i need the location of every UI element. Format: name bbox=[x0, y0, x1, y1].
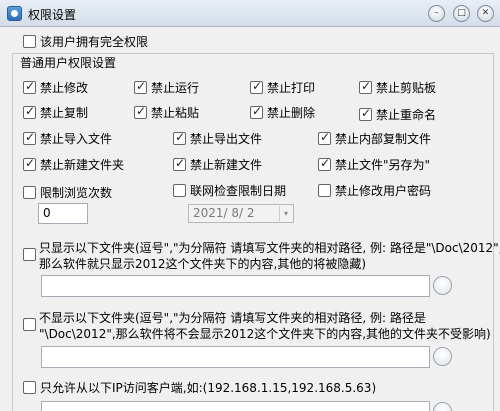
checkbox-box[interactable] bbox=[23, 79, 36, 94]
show-only-line2: 那么软件就只显示2012这个文件夹下的内容,其他的将被隐藏) bbox=[39, 257, 367, 271]
browse-limit-label: 限制浏览次数 bbox=[40, 186, 113, 200]
perm-label: 禁止修改 bbox=[40, 81, 89, 95]
perm-checkbox[interactable]: 禁止剪贴板 bbox=[359, 79, 436, 96]
full-permission-label: 该用户拥有完全权限 bbox=[40, 35, 149, 49]
perm-label: 禁止复制 bbox=[40, 106, 89, 120]
checkbox-box[interactable] bbox=[134, 79, 147, 94]
checkbox-box[interactable] bbox=[23, 130, 36, 145]
show-only-folders-description: 只显示以下文件夹(逗号","为分隔符 请填写文件夹的相对路径, 例: 路径是"\… bbox=[39, 240, 500, 272]
online-check-checkbox[interactable]: 联网检查限制日期 bbox=[173, 182, 286, 199]
hide-folders-line2: "\Doc\2012",那么软件将不会显示2012这个文件夹下的内容,其他的文件… bbox=[39, 327, 491, 341]
perm-label: 禁止剪贴板 bbox=[376, 81, 437, 95]
window-title: 权限设置 bbox=[28, 8, 77, 22]
perm-label: 禁止运行 bbox=[151, 81, 200, 95]
hide-folders-checkbox[interactable] bbox=[23, 318, 36, 331]
title-bar: 权限设置 – □ ✕ bbox=[0, 0, 500, 27]
checkbox-box[interactable] bbox=[23, 156, 36, 171]
perm-checkbox[interactable]: 禁止粘贴 bbox=[134, 104, 199, 121]
perm-label: 禁止内部复制文件 bbox=[335, 132, 432, 146]
group-title: 普通用户权限设置 bbox=[18, 54, 119, 71]
perm-label: 禁止重命名 bbox=[376, 108, 437, 122]
perm-checkbox[interactable]: 禁止删除 bbox=[250, 104, 315, 121]
hide-folders-input[interactable] bbox=[41, 346, 430, 368]
limit-date-value: 2021/ 8/ 2 bbox=[193, 206, 255, 220]
checkbox-box[interactable] bbox=[23, 104, 36, 119]
ip-allow-input[interactable] bbox=[41, 401, 430, 411]
show-only-line1: 只显示以下文件夹(逗号","为分隔符 请填写文件夹的相对路径, 例: 路径是"\… bbox=[39, 241, 500, 255]
perm-label: 禁止删除 bbox=[267, 106, 316, 120]
perm-checkbox[interactable]: 禁止导入文件 bbox=[23, 130, 112, 147]
online-check-label: 联网检查限制日期 bbox=[190, 184, 287, 198]
perm-checkbox[interactable]: 禁止修改 bbox=[23, 79, 88, 96]
hide-folders-description: 不显示以下文件夹(逗号","为分隔符 请填写文件夹的相对路径, 例: 路径是 "… bbox=[39, 310, 491, 342]
perm-label: 禁止文件"另存为" bbox=[335, 158, 431, 172]
perm-checkbox[interactable]: 禁止新建文件夹 bbox=[23, 156, 124, 173]
checkbox-box[interactable] bbox=[23, 381, 36, 394]
no-change-password-checkbox[interactable]: 禁止修改用户密码 bbox=[318, 182, 431, 199]
ip-allow-checkbox[interactable]: 只允许从以下IP访问客户端,如:(192.168.1.15,192.168.5.… bbox=[23, 379, 376, 396]
perm-checkbox[interactable]: 禁止打印 bbox=[250, 79, 315, 96]
perm-label: 禁止新建文件夹 bbox=[40, 158, 125, 172]
checkbox-box[interactable] bbox=[318, 156, 331, 171]
maximize-button[interactable]: □ bbox=[453, 5, 470, 22]
checkbox-box[interactable] bbox=[23, 35, 36, 48]
perm-checkbox[interactable]: 禁止复制 bbox=[23, 104, 88, 121]
perm-checkbox[interactable]: 禁止新建文件 bbox=[173, 156, 262, 173]
close-button[interactable]: ✕ bbox=[477, 5, 494, 22]
checkbox-box[interactable] bbox=[173, 156, 186, 171]
checkbox-box[interactable] bbox=[134, 104, 147, 119]
checkbox-box[interactable] bbox=[250, 104, 263, 119]
checkbox-box[interactable] bbox=[173, 130, 186, 145]
perm-label: 禁止新建文件 bbox=[190, 158, 263, 172]
checkbox-box[interactable] bbox=[173, 184, 186, 197]
perm-checkbox[interactable]: 禁止内部复制文件 bbox=[318, 130, 431, 147]
ip-allow-label: 只允许从以下IP访问客户端,如:(192.168.1.15,192.168.5.… bbox=[40, 381, 377, 395]
minimize-button[interactable]: – bbox=[428, 5, 445, 22]
perm-label: 禁止导出文件 bbox=[190, 132, 263, 146]
full-permission-checkbox[interactable]: 该用户拥有完全权限 bbox=[23, 33, 148, 50]
perm-checkbox[interactable]: 禁止文件"另存为" bbox=[318, 156, 430, 173]
hide-folders-browse-button[interactable] bbox=[433, 347, 452, 366]
checkbox-box[interactable] bbox=[318, 130, 331, 145]
perm-checkbox[interactable]: 禁止导出文件 bbox=[173, 130, 262, 147]
perm-label: 禁止粘贴 bbox=[151, 106, 200, 120]
perm-checkbox[interactable]: 禁止运行 bbox=[134, 79, 199, 96]
hide-folders-line1: 不显示以下文件夹(逗号","为分隔符 请填写文件夹的相对路径, 例: 路径是 bbox=[39, 311, 426, 325]
show-only-folders-checkbox[interactable] bbox=[23, 248, 36, 261]
no-change-password-label: 禁止修改用户密码 bbox=[335, 184, 432, 198]
perm-label: 禁止打印 bbox=[267, 81, 316, 95]
checkbox-box[interactable] bbox=[359, 106, 372, 121]
perm-checkbox[interactable]: 禁止重命名 bbox=[359, 106, 436, 123]
checkbox-box[interactable] bbox=[359, 79, 372, 94]
checkbox-box[interactable] bbox=[23, 186, 36, 199]
app-shield-icon bbox=[7, 6, 22, 21]
show-only-browse-button[interactable] bbox=[433, 276, 452, 295]
browse-limit-checkbox[interactable]: 限制浏览次数 bbox=[23, 184, 112, 201]
checkbox-box[interactable] bbox=[318, 184, 331, 197]
browse-count-input[interactable]: 0 bbox=[38, 203, 88, 224]
checkbox-box[interactable] bbox=[250, 79, 263, 94]
show-only-folders-input[interactable] bbox=[41, 275, 430, 297]
limit-date-picker[interactable]: 2021/ 8/ 2 ▾ bbox=[188, 204, 294, 223]
perm-label: 禁止导入文件 bbox=[40, 132, 113, 146]
dropdown-arrow-icon[interactable]: ▾ bbox=[279, 206, 292, 221]
